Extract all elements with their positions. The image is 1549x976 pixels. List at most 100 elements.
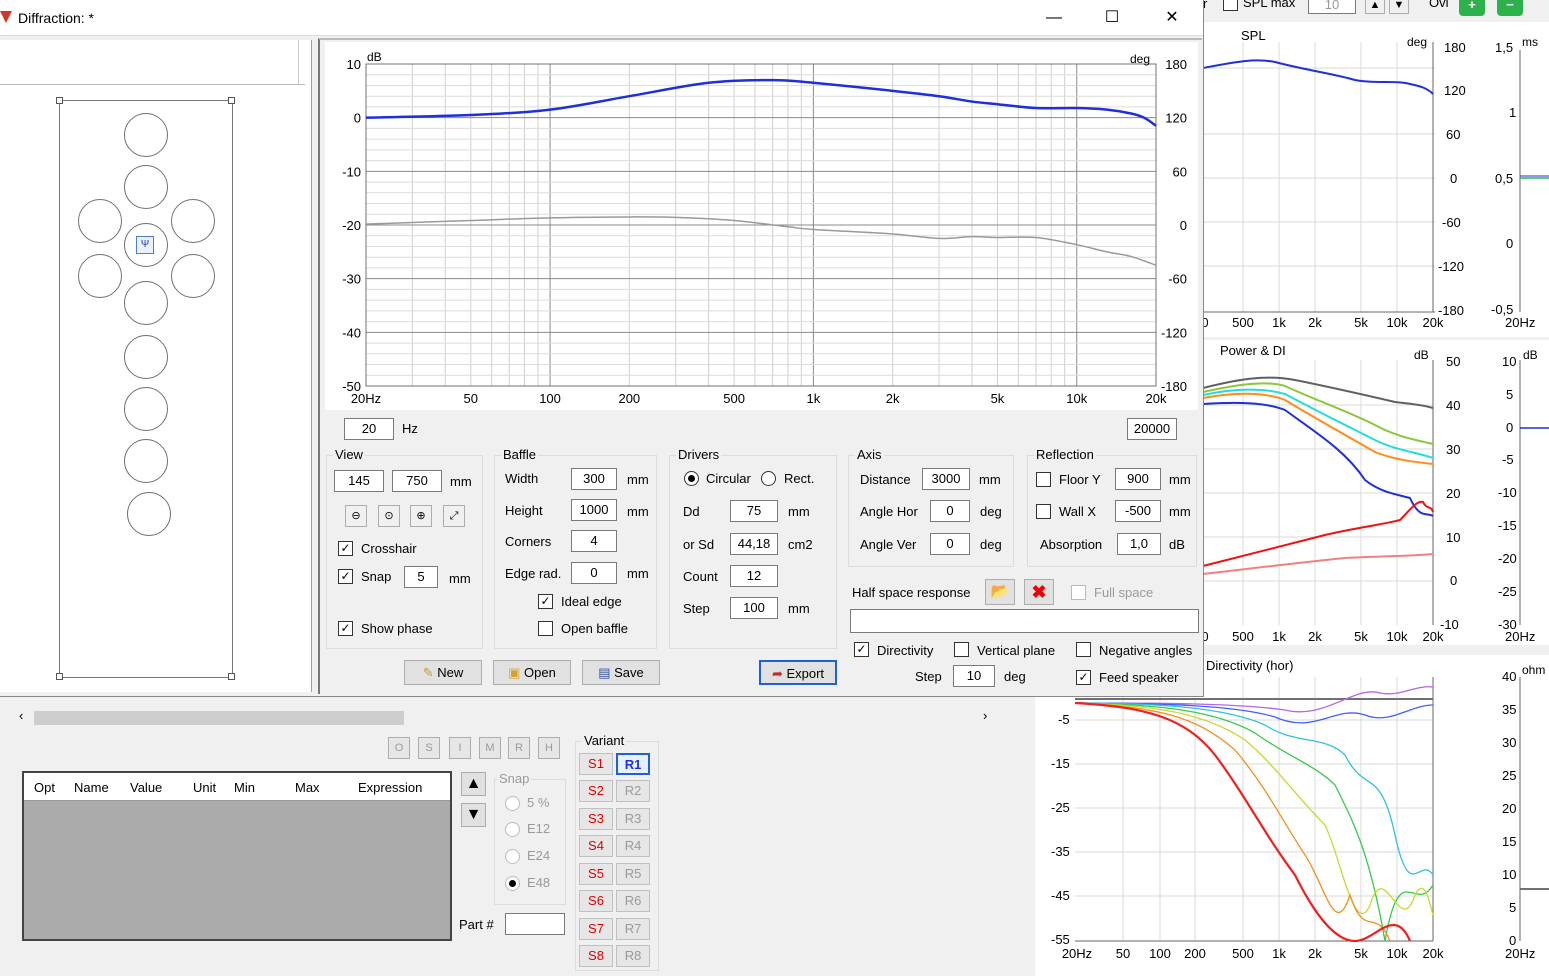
corner-handle[interactable] <box>228 97 235 104</box>
param-table[interactable]: Opt Name Value Unit Min Max Expression <box>22 771 452 941</box>
driver-circle[interactable] <box>171 254 215 298</box>
snap-e12-radio[interactable] <box>505 822 520 837</box>
move-down-icon[interactable]: ▼ <box>461 803 486 827</box>
driver-circle[interactable] <box>124 113 168 157</box>
variant-r5[interactable]: R5 <box>616 863 650 885</box>
corner-handle[interactable] <box>56 673 63 680</box>
col-expression[interactable]: Expression <box>358 780 422 795</box>
move-up-icon[interactable]: ▲ <box>461 772 486 796</box>
snap-e24-radio[interactable] <box>505 849 520 864</box>
driver-circle[interactable] <box>171 199 215 243</box>
tool-s-button[interactable]: S <box>418 737 440 759</box>
baffle-layout-panel[interactable]: Ψ <box>0 40 312 692</box>
spl-down-icon[interactable]: ▼ <box>1389 0 1409 14</box>
spl-max-input[interactable]: 10 <box>1308 0 1356 14</box>
col-unit[interactable]: Unit <box>193 780 216 795</box>
edge-input[interactable]: 0 <box>571 562 617 584</box>
zoom-fit-icon[interactable]: ⊙ <box>378 505 400 527</box>
crosshair-checkbox[interactable]: ✓ <box>338 541 353 556</box>
count-input[interactable]: 12 <box>730 565 778 587</box>
driver-circle[interactable] <box>78 254 122 298</box>
col-min[interactable]: Min <box>234 780 255 795</box>
col-value[interactable]: Value <box>130 780 162 795</box>
floor-input[interactable]: 900 <box>1115 468 1161 490</box>
distance-input[interactable]: 3000 <box>922 468 970 490</box>
scroll-right-icon[interactable]: › <box>983 708 987 723</box>
floor-checkbox[interactable] <box>1036 472 1051 487</box>
tool-m-button[interactable]: M <box>479 737 501 759</box>
driver-circle[interactable] <box>124 335 168 379</box>
snap-checkbox[interactable]: ✓ <box>338 569 353 584</box>
save-button[interactable]: ▤ Save <box>582 660 660 685</box>
fullscreen-icon[interactable]: ⤢ <box>443 505 465 527</box>
show-phase-checkbox[interactable]: ✓ <box>338 621 353 636</box>
open-baffle-checkbox[interactable] <box>538 621 553 636</box>
driver-circle[interactable] <box>124 165 168 209</box>
angle-hor-input[interactable]: 0 <box>930 500 970 522</box>
driver-circle[interactable] <box>124 439 168 483</box>
variant-s4[interactable]: S4 <box>579 835 613 857</box>
absorption-input[interactable]: 1,0 <box>1117 533 1161 555</box>
height-input[interactable]: 1000 <box>571 499 617 521</box>
snap-5pct-radio[interactable] <box>505 796 520 811</box>
col-name[interactable]: Name <box>74 780 109 795</box>
corners-input[interactable]: 4 <box>571 530 617 552</box>
negative-angles-checkbox[interactable] <box>1076 642 1091 657</box>
snap-value-input[interactable]: 5 <box>404 566 438 588</box>
spl-max-checkbox[interactable] <box>1223 0 1238 11</box>
col-max[interactable]: Max <box>295 780 320 795</box>
width-input[interactable]: 300 <box>571 468 617 490</box>
variant-s6[interactable]: S6 <box>579 890 613 912</box>
h-scrollbar[interactable]: ‹ › <box>15 708 1000 728</box>
title-bar[interactable]: Diffraction: * — ☐ ✕ <box>0 0 1203 36</box>
driver-circle[interactable] <box>78 199 122 243</box>
view-y-input[interactable]: 750 <box>392 470 442 492</box>
snap-e48-radio[interactable] <box>505 876 520 891</box>
delete-icon[interactable]: ✖ <box>1024 579 1054 605</box>
rect-radio[interactable] <box>761 471 776 486</box>
open-button[interactable]: ▣ Open <box>493 660 571 685</box>
sd-input[interactable]: 44,18 <box>730 533 778 555</box>
new-button[interactable]: ✎ New <box>404 660 482 685</box>
dir-step-input[interactable]: 10 <box>953 665 995 687</box>
minimize-icon[interactable]: — <box>1031 0 1077 36</box>
wall-checkbox[interactable] <box>1036 504 1051 519</box>
circular-radio[interactable] <box>684 471 699 486</box>
driver-circle[interactable] <box>124 387 168 431</box>
export-button[interactable]: ➦ Export <box>759 660 837 685</box>
maximize-icon[interactable]: ☐ <box>1089 0 1135 36</box>
part-input[interactable] <box>505 913 565 935</box>
variant-r3[interactable]: R3 <box>616 808 650 830</box>
scroll-left-icon[interactable]: ‹ <box>19 708 23 723</box>
zoom-out-view-icon[interactable]: ⊖ <box>345 505 367 527</box>
freq-max-input[interactable]: 20000 <box>1127 418 1177 440</box>
wall-input[interactable]: -500 <box>1115 500 1161 522</box>
variant-s7[interactable]: S7 <box>579 918 613 940</box>
feed-speaker-checkbox[interactable]: ✓ <box>1076 670 1091 685</box>
half-space-path-input[interactable] <box>850 609 1199 633</box>
variant-r7[interactable]: R7 <box>616 918 650 940</box>
variant-s3[interactable]: S3 <box>579 808 613 830</box>
corner-handle[interactable] <box>228 673 235 680</box>
main-response-chart[interactable]: dB deg 100-10-20-30-40-50 180120600-60-1… <box>325 42 1198 410</box>
variant-r4[interactable]: R4 <box>616 835 650 857</box>
variant-s1[interactable]: S1 <box>579 753 613 775</box>
ideal-edge-checkbox[interactable]: ✓ <box>538 594 553 609</box>
variant-r2[interactable]: R2 <box>616 780 650 802</box>
col-opt[interactable]: Opt <box>34 780 55 795</box>
tool-i-button[interactable]: I <box>449 737 471 759</box>
directivity-checkbox[interactable]: ✓ <box>854 642 869 657</box>
variant-r6[interactable]: R6 <box>616 890 650 912</box>
vertical-plane-checkbox[interactable] <box>954 642 969 657</box>
zoom-in-icon[interactable]: + <box>1459 0 1485 16</box>
variant-s5[interactable]: S5 <box>579 863 613 885</box>
driver-circle[interactable] <box>127 492 171 536</box>
dd-input[interactable]: 75 <box>730 500 778 522</box>
angle-ver-input[interactable]: 0 <box>930 533 970 555</box>
variant-r8[interactable]: R8 <box>616 945 650 967</box>
listening-axis-icon[interactable]: Ψ <box>136 236 154 254</box>
view-x-input[interactable]: 145 <box>334 470 384 492</box>
step-input[interactable]: 100 <box>730 597 778 619</box>
variant-s2[interactable]: S2 <box>579 780 613 802</box>
zoom-out-icon[interactable]: − <box>1497 0 1523 16</box>
